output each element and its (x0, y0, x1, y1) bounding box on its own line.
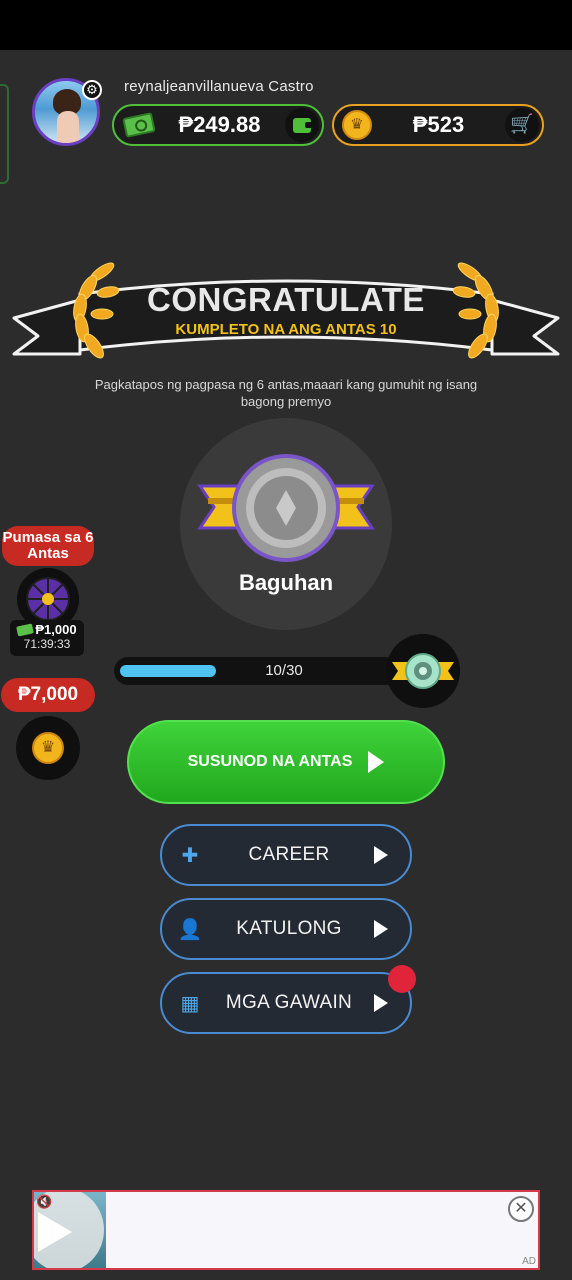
rank-name: Baguhan (238, 570, 334, 595)
katulong-label: KATULONG (236, 918, 342, 939)
gear-icon[interactable]: ⚙ (82, 80, 102, 100)
wallet-button[interactable] (285, 108, 319, 142)
rank-medal-icon (197, 454, 375, 562)
coin-balance: ₱523 (412, 112, 465, 137)
side-drawer-handle[interactable] (0, 84, 9, 184)
banner-subtitle: KUMPLETO NA ANG ANTAS 10 (175, 321, 397, 338)
career-label: CAREER (248, 844, 330, 865)
cash-balance-pill[interactable]: ₱249.88 (112, 104, 324, 146)
play-icon (38, 1212, 72, 1252)
mga-gawain-button[interactable]: ▦ MGA GAWAIN (160, 972, 412, 1034)
cash-balance: ₱249.88 (178, 112, 261, 137)
mute-icon[interactable]: 🔇 (36, 1194, 52, 1210)
mga-gawain-label: MGA GAWAIN (225, 992, 353, 1013)
katulong-button[interactable]: 👤 KATULONG (160, 898, 412, 960)
crown-coin-icon: ♛ (342, 110, 372, 140)
puzzle-icon: ✚ (181, 844, 199, 867)
next-rank-medal-icon (386, 634, 460, 708)
ad-tag: AD (522, 1256, 536, 1267)
wheel-reward-amount: ₱1,000 (35, 622, 77, 637)
cash-icon (122, 112, 156, 138)
username: reynaljeanvillanueva Castro (124, 78, 314, 95)
career-button[interactable]: ✚ CAREER (160, 824, 412, 886)
wheel-timer: 71:39:33 (23, 637, 71, 651)
avatar-figure (57, 111, 79, 143)
play-icon (368, 751, 385, 773)
level-progress-bar: 10/30 (114, 657, 414, 685)
crown-reward-button[interactable]: ♛ (16, 716, 80, 780)
cart-icon[interactable]: 🛒 (505, 108, 539, 142)
ad-thumbnail[interactable]: 🔇 (34, 1192, 106, 1268)
crown-reward-badge: ₱7,000 (1, 678, 95, 712)
play-icon (374, 846, 388, 864)
next-level-label: SUSUNOD NA ANTAS (187, 753, 353, 770)
play-icon (374, 920, 388, 938)
status-bar (0, 0, 572, 50)
ad-banner[interactable]: 🔇 ✕ AD (32, 1190, 540, 1270)
wallet-icon (293, 117, 312, 133)
close-icon[interactable]: ✕ (508, 1196, 534, 1222)
next-level-button[interactable]: SUSUNOD NA ANTAS (127, 720, 445, 804)
play-icon (374, 994, 388, 1012)
notification-dot (388, 965, 416, 993)
wheel-reward: ₱1,000 71:39:33 (10, 620, 84, 656)
banner-title: CONGRATULATE (147, 281, 425, 318)
level-description: Pagkatapos ng pagpasa ng 6 antas,maaari … (94, 377, 478, 409)
coin-balance-pill[interactable]: ♛ ₱523 🛒 (332, 104, 544, 146)
calendar-icon: ▦ (180, 992, 200, 1015)
user-icon: 👤 (177, 918, 203, 941)
pass-levels-badge: Pumasa sa 6 Antas (2, 526, 94, 566)
cash-icon (16, 622, 35, 637)
crown-coin-icon: ♛ (32, 732, 64, 764)
